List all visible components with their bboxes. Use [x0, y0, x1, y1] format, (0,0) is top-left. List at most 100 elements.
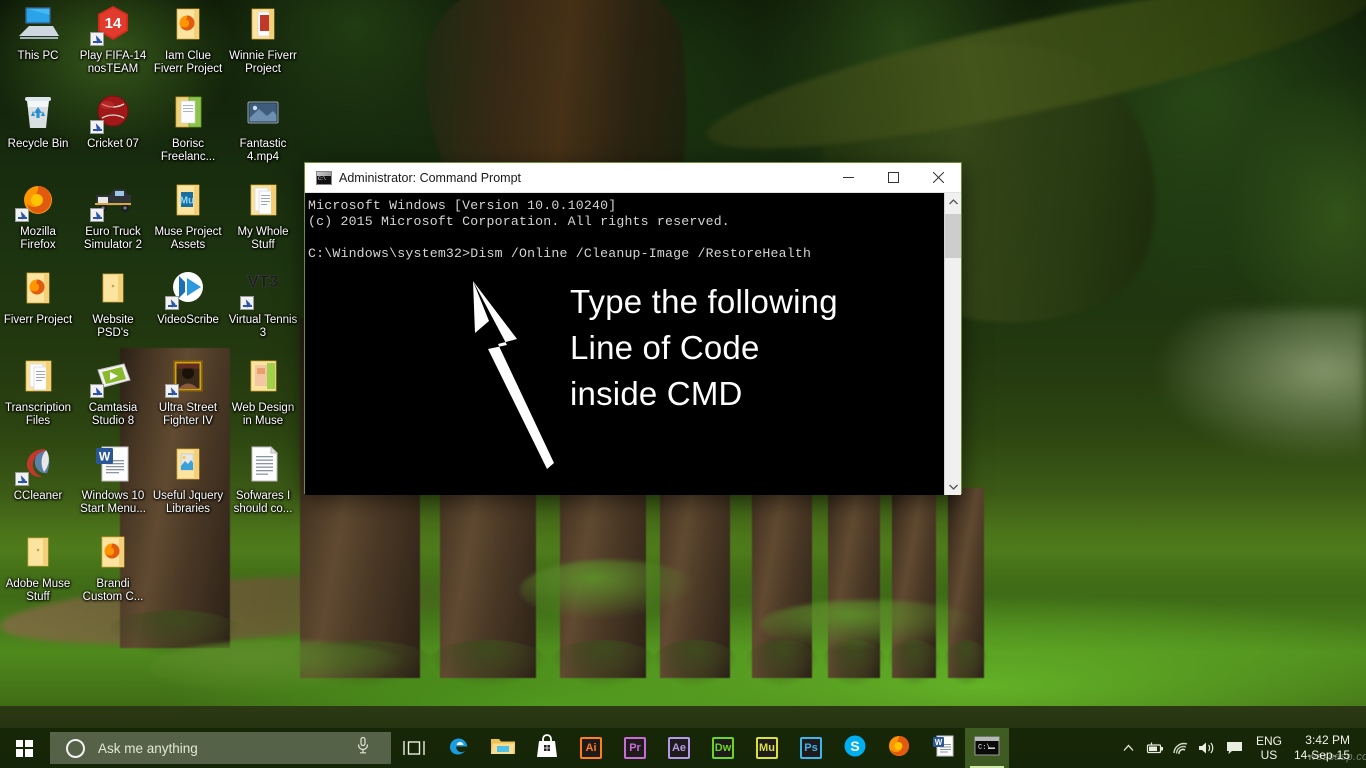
desktop-icon[interactable]: CCleaner [1, 444, 75, 503]
desktop-icon[interactable]: Adobe Muse Stuff [1, 532, 75, 604]
truck-icon [89, 180, 137, 224]
taskbar-app-adobe[interactable]: Dw [701, 728, 745, 768]
desktop-icon-label: CCleaner [1, 490, 75, 503]
desktop-icon[interactable]: Winnie Fiverr Project [226, 4, 300, 76]
taskbar: Ask me anything Ai Pr AeDwMuPs S WC:\ [0, 728, 1366, 768]
video-file-icon [239, 92, 287, 136]
taskbar-app-adobe[interactable]: Ps [789, 728, 833, 768]
desktop-icon[interactable]: Fantastic 4.mp4 [226, 92, 300, 164]
taskbar-app-explorer[interactable] [481, 728, 525, 768]
desktop-icon[interactable]: Camtasia Studio 8 [76, 356, 150, 428]
microphone-icon[interactable] [357, 737, 369, 759]
console-scrollbar[interactable] [944, 193, 961, 495]
taskbar-app-adobe[interactable]: Pr [613, 728, 657, 768]
desktop-icon-label: My Whole Stuff [226, 226, 300, 252]
desktop-icon[interactable]: Ultra Street Fighter IV [151, 356, 225, 428]
desktop-icon-grid: This PC 14 Play FIFA-14 nosTEAM Iam Clue… [0, 0, 300, 720]
desktop-icon[interactable]: VideoScribe [151, 268, 225, 327]
taskbar-app-adobe[interactable]: Mu [745, 728, 789, 768]
desktop-icon[interactable]: Web Design in Muse [226, 356, 300, 428]
network-icon[interactable] [1168, 728, 1194, 768]
desktop-icon[interactable]: Website PSD's [76, 268, 150, 340]
taskbar-app-word[interactable]: W [921, 728, 965, 768]
battery-icon[interactable] [1142, 728, 1168, 768]
clock[interactable]: 3:42 PM 14-Sep-15 wessasp.com [1290, 733, 1360, 763]
shortcut-overlay-icon [90, 120, 104, 134]
desktop-icon[interactable]: Mu Muse Project Assets [151, 180, 225, 252]
show-hidden-icons-button[interactable] [1116, 728, 1142, 768]
desktop-icon-label: Useful Jquery Libraries [151, 490, 225, 516]
console-line: C:\Windows\system32>Dism /Online /Cleanu… [308, 246, 944, 262]
cortana-icon[interactable] [66, 739, 85, 758]
desktop-icon[interactable]: My Whole Stuff [226, 180, 300, 252]
start-button[interactable] [0, 728, 48, 768]
command-prompt-icon [316, 171, 332, 185]
language-indicator[interactable]: ENG US [1250, 734, 1290, 762]
taskbar-app-firefox[interactable] [877, 728, 921, 768]
desktop-icon-label: Web Design in Muse [226, 402, 300, 428]
desktop-icon[interactable]: Brandi Custom C... [76, 532, 150, 604]
folder-photo-icon [164, 444, 212, 488]
search-input[interactable]: Ask me anything [50, 732, 391, 764]
folder-open-icon [164, 92, 212, 136]
scrollbar-thumb[interactable] [945, 214, 962, 258]
folder-firefox-icon [164, 4, 212, 48]
task-view-button[interactable] [391, 728, 437, 768]
desktop-icon-label: Ultra Street Fighter IV [151, 402, 225, 428]
desktop-icon[interactable]: Fiverr Project [1, 268, 75, 327]
ccleaner-icon [14, 444, 62, 488]
desktop-icon[interactable]: VT3 Virtual Tennis 3 [226, 268, 300, 340]
console-line: Microsoft Windows [Version 10.0.10240] [308, 198, 944, 214]
window-titlebar[interactable]: Administrator: Command Prompt [305, 163, 961, 193]
edge-icon [447, 734, 471, 763]
scroll-up-icon[interactable] [945, 193, 962, 210]
streetfighter-icon [164, 356, 212, 400]
desktop-icon-label: Website PSD's [76, 314, 150, 340]
adobe-icon: Pr [624, 737, 646, 759]
console-body[interactable]: Microsoft Windows [Version 10.0.10240](c… [305, 193, 961, 495]
firefox-icon [14, 180, 62, 224]
wallpaper-moss [760, 600, 980, 650]
close-button[interactable] [916, 163, 961, 193]
firefox-icon [887, 734, 911, 763]
desktop-icon[interactable]: Useful Jquery Libraries [151, 444, 225, 516]
language-line-1: ENG [1256, 734, 1282, 748]
volume-icon[interactable] [1194, 728, 1220, 768]
desktop-icon[interactable]: W Windows 10 Start Menu... [76, 444, 150, 516]
scrollbar-track[interactable] [945, 210, 962, 478]
taskbar-app-skype[interactable]: S [833, 728, 877, 768]
folder-open-files-icon [14, 356, 62, 400]
desktop-icon[interactable]: Euro Truck Simulator 2 [76, 180, 150, 252]
taskbar-app-adobe[interactable]: Ae [657, 728, 701, 768]
desktop-icon[interactable]: Recycle Bin [1, 92, 75, 151]
wallpaper-tree-trunk [948, 488, 984, 678]
desktop-icon[interactable]: Transcription Files [1, 356, 75, 428]
word-doc-icon: W [89, 444, 137, 488]
command-prompt-window[interactable]: Administrator: Command Prompt Microsoft … [304, 162, 962, 494]
desktop-icon[interactable]: Cricket 07 [76, 92, 150, 151]
taskbar-app-adobe[interactable]: Ai [569, 728, 613, 768]
taskbar-app-cmd[interactable]: C:\ [965, 728, 1009, 768]
desktop-icon[interactable]: Borisc Freelanc... [151, 92, 225, 164]
desktop-icon[interactable]: Sofwares I should co... [226, 444, 300, 516]
taskbar-app-edge[interactable] [437, 728, 481, 768]
scroll-down-icon[interactable] [945, 478, 962, 495]
maximize-button[interactable] [871, 163, 916, 193]
search-placeholder: Ask me anything [98, 741, 357, 756]
desktop-icon[interactable]: 14 Play FIFA-14 nosTEAM [76, 4, 150, 76]
shortcut-overlay-icon [90, 384, 104, 398]
minimize-button[interactable] [826, 163, 871, 193]
action-center-icon[interactable] [1220, 728, 1250, 768]
desktop-icon[interactable]: Mozilla Firefox [1, 180, 75, 252]
taskbar-app-store[interactable] [525, 728, 569, 768]
vt3-icon: VT3 [239, 268, 287, 312]
shortcut-overlay-icon [165, 296, 179, 310]
desktop-icon-label: Transcription Files [1, 402, 75, 428]
desktop-icon-label: VideoScribe [151, 314, 225, 327]
desktop-icon-label: This PC [1, 50, 75, 63]
skype-icon: S [843, 734, 867, 763]
desktop-icon[interactable]: This PC [1, 4, 75, 63]
folder-muse-icon: Mu [164, 180, 212, 224]
console-output[interactable]: Microsoft Windows [Version 10.0.10240](c… [305, 193, 944, 495]
desktop-icon[interactable]: Iam Clue Fiverr Project [151, 4, 225, 76]
